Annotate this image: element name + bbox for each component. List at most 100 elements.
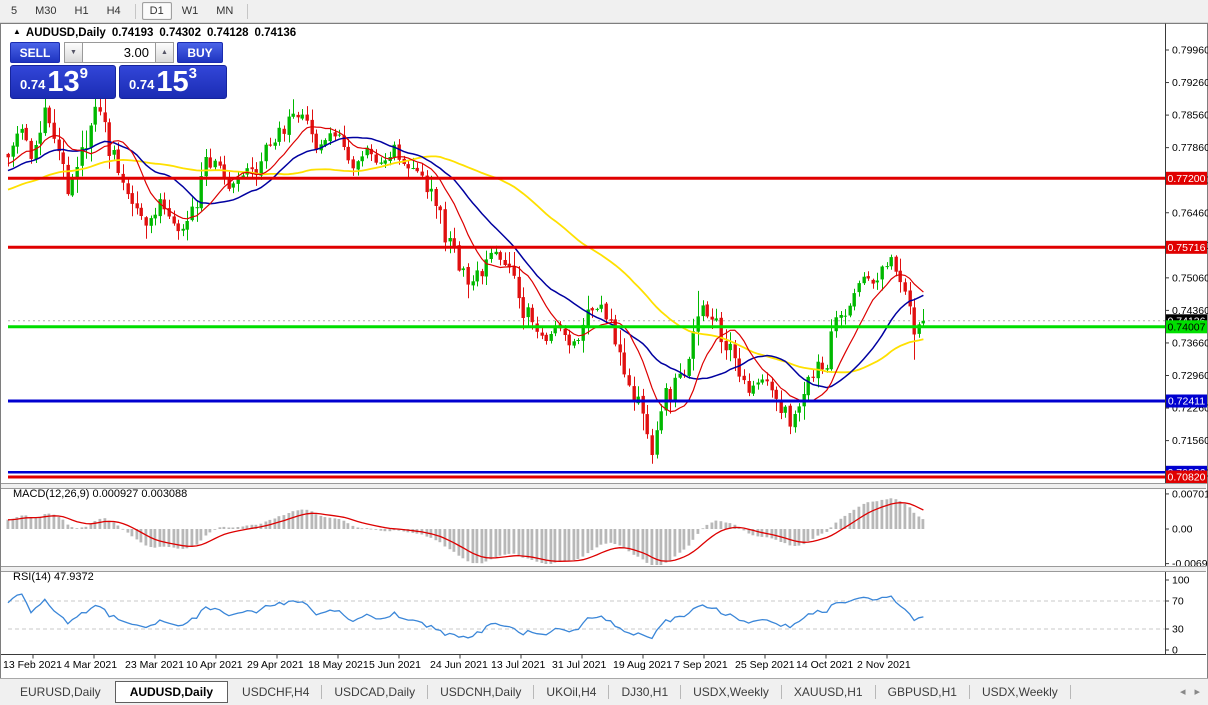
macd-bar <box>595 529 599 548</box>
macd-bar <box>908 507 912 529</box>
macd-bar <box>636 529 640 557</box>
rsi-panel-separator[interactable] <box>1 566 1206 572</box>
candle <box>112 150 116 155</box>
macd-bar <box>567 529 571 561</box>
macd-bar <box>195 529 199 545</box>
macd-bar <box>144 529 148 546</box>
date-tick-label: 29 Apr 2021 <box>247 659 304 671</box>
buy-price-sup: 3 <box>188 65 197 82</box>
macd-bar <box>673 529 677 557</box>
macd-bar <box>98 518 102 529</box>
candle <box>691 331 695 359</box>
candle <box>70 177 74 196</box>
chart-tab-usdchf-h4[interactable]: USDCHF,H4 <box>230 682 321 702</box>
macd-bar <box>719 521 723 529</box>
macd-bar <box>66 524 70 529</box>
candle <box>287 116 291 135</box>
macd-bar <box>356 527 360 529</box>
macd-bar <box>6 519 10 529</box>
collapse-icon[interactable]: ▲ <box>13 27 21 36</box>
volume-input[interactable] <box>83 42 155 63</box>
candle <box>75 167 79 179</box>
volume-increase-button[interactable]: ▲ <box>155 42 174 63</box>
ma-52-line <box>7 155 924 374</box>
candle <box>126 183 130 195</box>
chart-tab-audusd-daily[interactable]: AUDUSD,Daily <box>114 681 229 703</box>
macd-bar <box>503 529 507 555</box>
horizontal-level-lines[interactable] <box>8 176 1165 479</box>
macd-bar <box>797 529 801 546</box>
candle <box>829 331 833 370</box>
macd-bar <box>204 529 208 536</box>
macd-layer <box>6 498 925 565</box>
macd-tick-label: 0.00 <box>1172 524 1193 536</box>
candle <box>98 107 102 112</box>
candle <box>788 405 792 427</box>
macd-bar <box>305 509 309 529</box>
tab-scroll-right-icon[interactable]: ▸ <box>1194 686 1200 698</box>
candle <box>751 385 755 394</box>
macd-bar <box>829 527 833 529</box>
candle <box>728 343 732 351</box>
candle <box>443 209 447 243</box>
date-tick-label: 4 Mar 2021 <box>64 659 117 671</box>
macd-bar <box>471 529 475 564</box>
chart-tab-usdx-weekly[interactable]: USDX,Weekly <box>970 682 1070 702</box>
candle <box>208 157 212 168</box>
chart-tab-gbpusd-h1[interactable]: GBPUSD,H1 <box>876 682 969 702</box>
time-axis[interactable]: 13 Feb 2021 4 Mar 2021 23 Mar 2021 10 Apr 2… <box>1 654 1206 672</box>
macd-bar <box>691 529 695 540</box>
candle <box>346 146 350 161</box>
sell-price-display[interactable]: 0.74 13 9 <box>10 65 116 99</box>
chart-tab-ukoil-h4[interactable]: UKOil,H4 <box>534 682 608 702</box>
candle <box>438 206 442 211</box>
candle <box>576 340 580 341</box>
price-badge-label: 0.72411 <box>1168 396 1205 408</box>
date-tick-label: 10 Apr 2021 <box>186 659 243 671</box>
chart-tab-usdcad-daily[interactable]: USDCAD,Daily <box>322 682 427 702</box>
ohlc-open: 0.74193 <box>111 27 154 39</box>
macd-bar <box>613 529 617 544</box>
chart-tab-usdcnh-daily[interactable]: USDCNH,Daily <box>428 682 533 702</box>
candle <box>434 189 438 206</box>
candle <box>549 334 553 341</box>
chart-tab-dj30-h1[interactable]: DJ30,H1 <box>609 682 680 702</box>
candle <box>655 430 659 455</box>
sell-button[interactable]: SELL <box>10 42 60 63</box>
candle <box>825 368 829 370</box>
chart-tab-xauusd-h1[interactable]: XAUUSD,H1 <box>782 682 875 702</box>
candle <box>250 167 254 170</box>
macd-bar <box>61 519 65 529</box>
chart-tab-eurusd-daily[interactable]: EURUSD,Daily <box>8 682 113 702</box>
tab-scroll-left-icon[interactable]: ◂ <box>1180 686 1186 698</box>
macd-bar <box>820 529 824 534</box>
candle <box>696 316 700 332</box>
candle <box>195 207 199 209</box>
candle <box>107 122 111 156</box>
candle <box>687 358 691 376</box>
macd-bar <box>158 529 162 547</box>
buy-price-display[interactable]: 0.74 15 3 <box>119 65 227 99</box>
macd-bar <box>328 517 332 529</box>
chart-canvas[interactable]: 0.799600.792600.785600.778600.771600.764… <box>0 0 1208 705</box>
buy-button[interactable]: BUY <box>177 42 223 63</box>
price-tick-label: 0.71560 <box>1172 435 1208 447</box>
price-tick-label: 0.73660 <box>1172 337 1208 349</box>
candle <box>512 266 516 276</box>
macd-bar <box>461 529 465 559</box>
candle <box>599 304 603 309</box>
candle <box>609 319 613 321</box>
volume-decrease-button[interactable]: ▼ <box>64 42 83 63</box>
macd-tick-label: 0.007015 <box>1172 488 1208 500</box>
price-scale[interactable]: 0.799600.792600.785600.778600.771600.764… <box>1165 23 1208 657</box>
macd-bar <box>664 529 668 563</box>
macd-bar <box>314 514 318 529</box>
candle <box>360 156 364 162</box>
macd-bar <box>783 529 787 544</box>
macd-bar <box>540 529 544 563</box>
candle <box>135 203 139 209</box>
candle <box>337 134 341 136</box>
macd-bar <box>714 520 718 529</box>
rsi-tick-label: 30 <box>1172 624 1184 636</box>
chart-tab-usdx-weekly[interactable]: USDX,Weekly <box>681 682 781 702</box>
